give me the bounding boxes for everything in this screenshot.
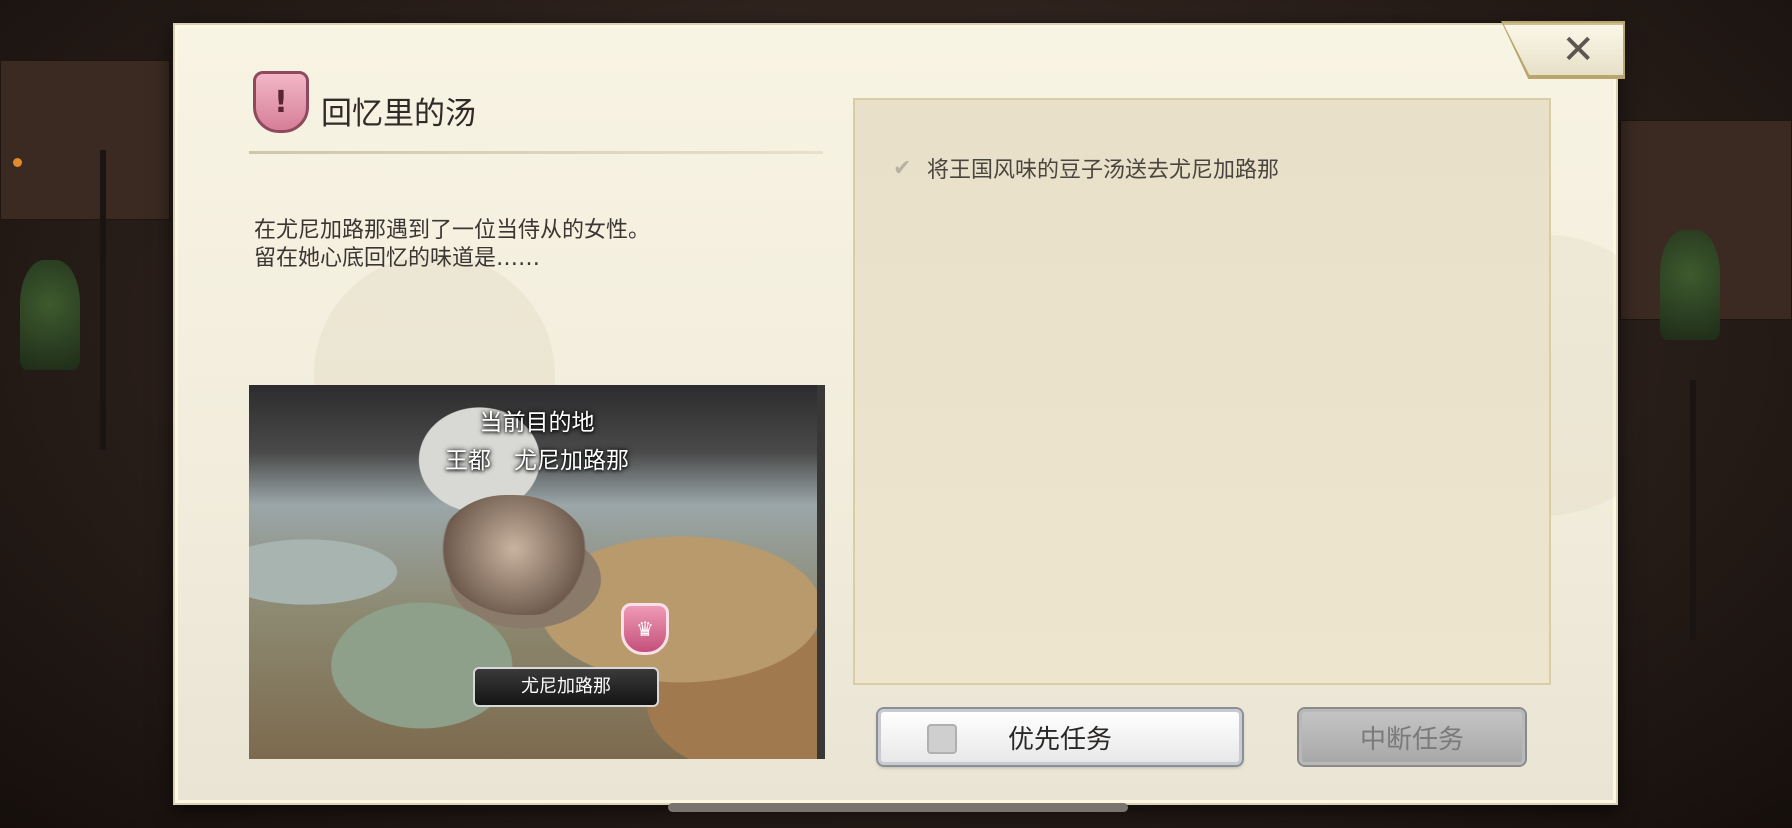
objectives-panel: ✔ 将王国风味的豆子汤送去尤尼加路那	[853, 98, 1551, 685]
close-icon: ✕	[1561, 27, 1595, 73]
map-destination: 王都 尤尼加路那	[445, 448, 629, 474]
quest-description-line: 在尤尼加路那遇到了一位当侍从的女性。	[254, 218, 651, 243]
quest-description-line: 留在她心底回忆的味道是……	[254, 246, 541, 271]
list-item: ✔ 将王国风味的豆子汤送去尤尼加路那	[893, 152, 1279, 184]
background-light-dot	[13, 158, 22, 167]
objective-text: 将王国风味的豆子汤送去尤尼加路那	[927, 158, 1280, 183]
background-lamp	[100, 150, 106, 450]
map-edge	[817, 385, 825, 759]
priority-checkbox[interactable]	[927, 724, 957, 754]
background-tree	[20, 260, 80, 370]
map-city-illustration	[439, 495, 589, 615]
map-heading: 当前目的地	[479, 410, 595, 436]
priority-quest-label: 优先任务	[1007, 724, 1112, 755]
background-lamp	[1690, 380, 1696, 640]
home-indicator-bar[interactable]	[668, 803, 1128, 812]
title-divider	[249, 151, 823, 154]
background-house	[0, 60, 170, 220]
destination-map[interactable]: 当前目的地 王都 尤尼加路那 ♛ 尤尼加路那	[249, 385, 825, 759]
close-button[interactable]: ✕	[1503, 23, 1623, 75]
quest-description: 在尤尼加路那遇到了一位当侍从的女性。 留在她心底回忆的味道是……	[254, 217, 814, 273]
quest-detail-dialog: ✕ ! 回忆里的汤 在尤尼加路那遇到了一位当侍从的女性。 留在她心底回忆的味道是…	[173, 21, 1625, 805]
background-tree	[1660, 230, 1720, 340]
checkmark-icon: ✔	[893, 155, 912, 181]
abort-quest-button[interactable]: 中断任务	[1299, 709, 1525, 765]
priority-quest-button[interactable]: 优先任务	[878, 709, 1242, 765]
quest-title: 回忆里的汤	[321, 96, 476, 132]
map-marker-label: 尤尼加路那	[473, 667, 659, 707]
abort-quest-label: 中断任务	[1359, 724, 1464, 755]
crown-shield-icon: ♛	[621, 603, 669, 655]
exclamation-shield-icon: !	[253, 71, 309, 133]
